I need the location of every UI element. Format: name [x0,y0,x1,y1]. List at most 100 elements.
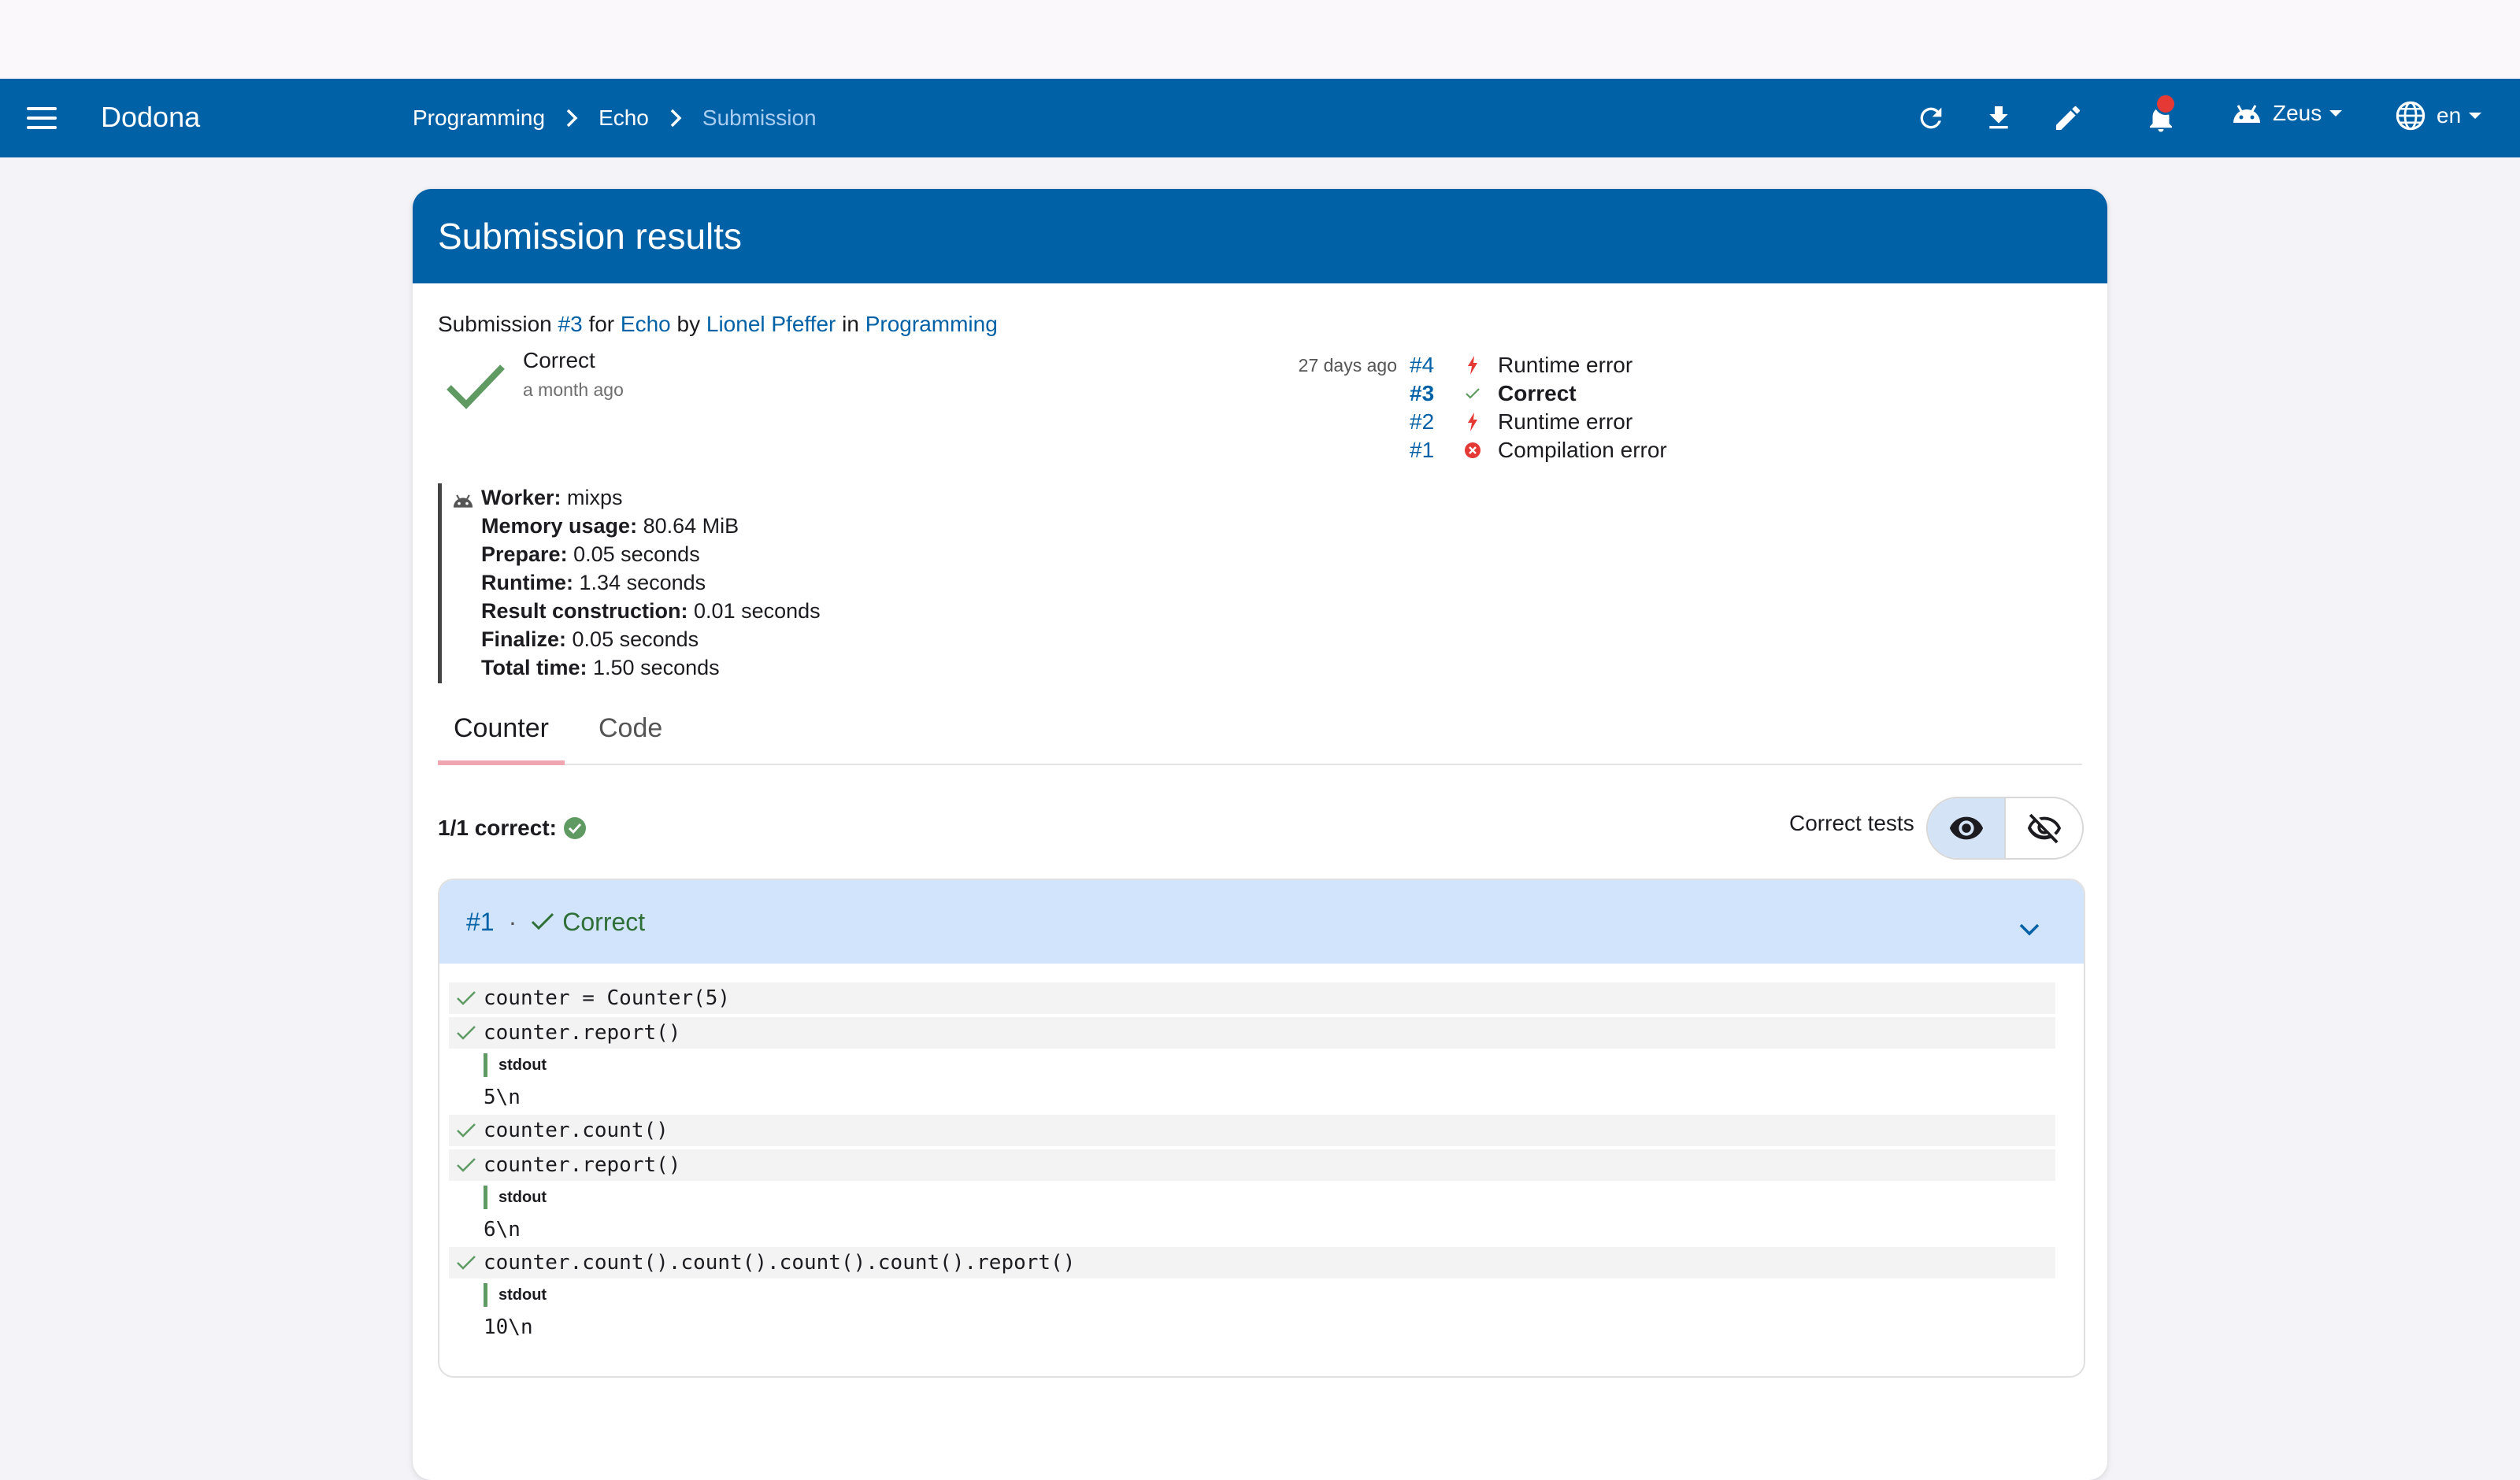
brand-title[interactable]: Dodona [101,101,200,134]
worker-row: Prepare: 0.05 seconds [481,540,1032,568]
check-icon [1457,387,1488,400]
history-number-link[interactable]: #4 [1410,353,1457,378]
status-time: a month ago [523,379,624,400]
history-row: #2 Runtime error [1279,408,1667,436]
submission-card: Submission results Submission #3 for Ech… [413,189,2107,1480]
history-status: Compilation error [1498,438,1667,462]
status-title: Correct [523,348,595,372]
history-status: Correct [1498,381,1577,405]
worker-value: 80.64 MiB [643,514,739,538]
stdout-label: stdout [484,1283,2055,1307]
check-icon [531,912,554,931]
code-text: counter = Counter(5) [484,986,731,1010]
check-icon [449,990,484,1006]
notification-dot [2155,93,2177,115]
download-icon[interactable] [1980,99,2018,137]
android-icon [2230,102,2263,124]
hide-correct-button[interactable] [2004,798,2082,858]
stdout-block: stdout 5\n [484,1053,2055,1112]
by-text: by [670,312,706,336]
show-correct-button[interactable] [1928,798,2004,858]
worker-value: 0.05 seconds [573,542,700,566]
summary-text: 1/1 correct: [438,816,557,840]
tab-code[interactable]: Code [583,713,678,760]
stdout-label: stdout [484,1053,2055,1077]
chevron-down-icon[interactable] [2019,913,2040,942]
top-navbar: Dodona Programming Echo Submission Zeus … [0,79,2520,157]
stdout-value: 10\n [484,1315,533,1339]
refresh-icon[interactable] [1912,99,1950,137]
test-card: #1 · Correct counter = Counter(5) counte… [438,879,2085,1378]
code-line: counter.count().count().count().count().… [449,1247,2055,1278]
breadcrumb-echo[interactable]: Echo [598,105,649,131]
correct-tests-toggle [1926,797,2084,860]
submission-history: 27 days ago #4 Runtime error #3 Correct … [1279,351,1667,464]
language-menu[interactable]: en [2394,99,2482,132]
big-check-icon [446,362,506,413]
breadcrumb-programming[interactable]: Programming [413,105,545,131]
correct-tests-label: Correct tests [1789,811,1914,835]
for-text: for [582,312,621,336]
eye-icon [1948,810,1984,846]
exercise-link[interactable]: Echo [621,312,671,336]
worker-label: Result construction: [481,599,688,623]
worker-row: Finalize: 0.05 seconds [481,625,1032,653]
user-link[interactable]: Lionel Pfeffer [706,312,836,336]
worker-value: 0.05 seconds [572,627,699,651]
code-line: counter.report() [449,1149,2055,1181]
language-code: en [2437,103,2462,128]
history-number-link[interactable]: #3 [1410,381,1457,406]
eye-off-icon [2026,810,2062,846]
worker-row: Total time: 1.50 seconds [481,653,1032,682]
worker-label: Prepare: [481,542,568,566]
code-line: counter.report() [449,1017,2055,1049]
globe-icon [2394,99,2427,132]
caret-down-icon [2329,110,2343,117]
submission-prefix: Submission [438,312,558,336]
test-separator: · [508,907,517,936]
submission-number-link[interactable]: #3 [558,312,583,336]
check-circle-icon [563,816,587,840]
worker-value: 0.01 seconds [694,599,821,623]
test-status: Correct [562,907,646,936]
worker-label: Memory usage: [481,514,638,538]
error-circle-icon [1457,442,1488,459]
history-number-link[interactable]: #2 [1410,409,1457,435]
user-menu[interactable]: Zeus [2230,101,2343,126]
code-text: counter.count() [484,1119,669,1142]
course-link[interactable]: Programming [865,312,998,336]
caret-down-icon [2469,113,2482,119]
user-name: Zeus [2273,101,2322,125]
edit-icon[interactable] [2049,99,2087,137]
menu-icon[interactable] [27,105,58,131]
breadcrumb-submission: Submission [702,105,817,130]
worker-value: 1.50 seconds [593,656,720,679]
worker-row: Worker: mixps [481,483,1032,512]
code-text: counter.report() [484,1021,681,1045]
history-row: 27 days ago #4 Runtime error [1279,351,1667,379]
test-header[interactable]: #1 · Correct [439,880,2084,964]
worker-row: Result construction: 0.01 seconds [481,597,1032,625]
worker-info: Worker: mixps Memory usage: 80.64 MiB Pr… [438,483,1032,683]
card-title: Submission results [413,189,2107,283]
test-number: #1 [466,907,495,936]
code-line: counter = Counter(5) [449,982,2055,1014]
worker-value: 1.34 seconds [579,571,706,594]
worker-label: Worker: [481,486,561,509]
code-text: counter.count().count().count().count().… [484,1251,1076,1275]
check-icon [449,1025,484,1041]
history-status: Runtime error [1498,409,1633,434]
in-text: in [836,312,865,336]
history-status: Runtime error [1498,353,1633,377]
check-icon [449,1123,484,1138]
chevron-right-icon [565,109,578,128]
worker-label: Total time: [481,656,587,679]
stdout-block: stdout 6\n [484,1186,2055,1244]
bolt-icon [1457,356,1488,375]
stdout-value: 5\n [484,1086,521,1109]
tab-counter[interactable]: Counter [438,713,565,765]
bolt-icon [1457,413,1488,431]
history-row: #1 Compilation error [1279,436,1667,464]
history-number-link[interactable]: #1 [1410,438,1457,463]
breadcrumb: Programming Echo Submission [413,105,817,131]
